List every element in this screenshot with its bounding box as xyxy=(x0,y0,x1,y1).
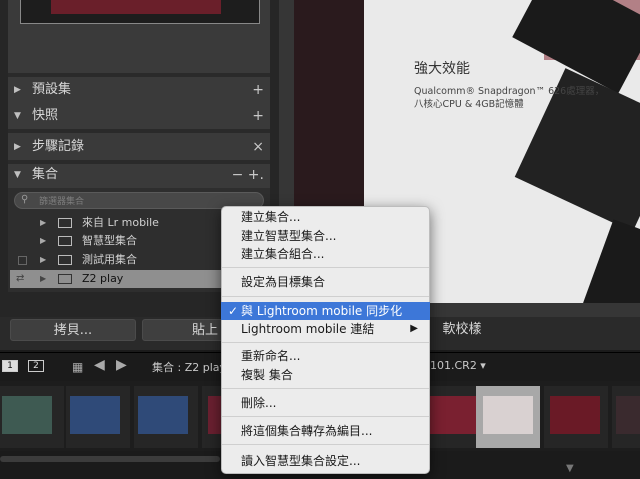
menu-item-create-collection[interactable]: 建立集合... xyxy=(221,208,430,226)
photo-text-line: Qualcomm® Snapdragon™ 626處理器， xyxy=(414,86,605,97)
menu-item-import-smart-collection[interactable]: 讀入智慧型集合設定... xyxy=(221,452,430,470)
grid-view-icon[interactable]: ▦ xyxy=(72,360,86,374)
panel-label-snapshots: 快照 xyxy=(32,108,59,123)
menu-item-label: 與 Lightroom mobile 同步化 xyxy=(241,304,403,318)
panel-header-presets[interactable]: ▶ 預設集 + xyxy=(8,77,270,103)
add-snapshot-icon[interactable]: + xyxy=(252,103,264,129)
menu-item-create-collection-set[interactable]: 建立集合組合... xyxy=(221,245,430,263)
menu-item-duplicate[interactable]: 複製 集合 xyxy=(221,366,430,384)
collection-name: 來自 Lr mobile xyxy=(82,216,159,229)
menu-separator xyxy=(222,444,429,445)
menu-separator xyxy=(222,296,429,297)
menu-item-lightroom-mobile-links[interactable]: Lightroom mobile 連結 ▶ xyxy=(221,320,430,338)
menu-item-create-smart-collection[interactable]: 建立智慧型集合... xyxy=(221,227,430,245)
panel-header-snapshots[interactable]: ▼ 快照 + xyxy=(8,103,270,129)
expand-triangle-icon[interactable]: ▶ xyxy=(40,214,46,232)
thumbnail[interactable] xyxy=(70,396,120,434)
menu-item-label: 刪除... xyxy=(241,396,277,410)
secondary-window-button[interactable]: 2 xyxy=(28,360,44,372)
target-checkbox[interactable] xyxy=(18,256,27,265)
filter-placeholder: 篩選器集合 xyxy=(39,197,85,207)
menu-separator xyxy=(222,267,429,268)
menu-item-export-catalog[interactable]: 將這個集合轉存為編目... xyxy=(221,422,430,440)
menu-item-label: 讀入智慧型集合設定... xyxy=(241,454,361,468)
thumbnail[interactable] xyxy=(430,396,480,434)
menu-item-delete[interactable]: 刪除... xyxy=(221,394,430,412)
menu-item-label: 複製 集合 xyxy=(241,368,293,382)
photo-text-title: 強大效能 xyxy=(414,61,470,77)
collapse-triangle-icon: ▼ xyxy=(14,111,21,121)
collection-icon xyxy=(58,255,72,265)
menu-item-rename[interactable]: 重新命名... xyxy=(221,347,430,365)
forward-arrow-icon[interactable]: ▶ xyxy=(116,357,127,373)
expand-triangle-icon[interactable]: ▶ xyxy=(40,232,46,250)
menu-item-label: 建立集合組合... xyxy=(241,247,325,261)
panel-label-history: 步驟記錄 xyxy=(32,139,85,154)
menu-item-set-target[interactable]: 設定為目標集合 xyxy=(221,273,430,291)
collection-name: Z2 play xyxy=(82,272,124,285)
expand-triangle-icon[interactable]: ▶ xyxy=(40,270,46,288)
menu-item-label: 將這個集合轉存為編目... xyxy=(241,424,373,438)
menu-item-label: 建立智慧型集合... xyxy=(241,229,337,243)
clear-history-icon[interactable]: × xyxy=(252,134,264,160)
menu-separator xyxy=(222,388,429,389)
panel-header-collections[interactable]: ▼ 集合 − +. xyxy=(8,162,270,188)
collection-set-icon xyxy=(58,218,72,228)
thumbnail[interactable] xyxy=(550,396,600,434)
menu-item-label: Lightroom mobile 連結 xyxy=(241,322,375,336)
add-preset-icon[interactable]: + xyxy=(252,77,264,103)
collection-name: 智慧型集合 xyxy=(82,234,137,247)
source-breadcrumb[interactable]: 集合 : Z2 play xyxy=(152,359,226,375)
menu-item-label: 建立集合... xyxy=(241,210,301,224)
collection-set-icon xyxy=(58,236,72,246)
panel-divider xyxy=(8,129,270,133)
search-icon: ⚲ xyxy=(21,194,29,205)
menu-item-sync-lightroom-mobile[interactable]: ✓ 與 Lightroom mobile 同步化 xyxy=(221,302,430,320)
menu-item-label: 重新命名... xyxy=(241,349,301,363)
soft-proofing-label[interactable]: 軟校樣 xyxy=(420,319,504,341)
back-arrow-icon[interactable]: ◀ xyxy=(94,357,105,373)
expand-triangle-icon: ▶ xyxy=(14,142,21,152)
panel-header-history[interactable]: ▶ 步驟記錄 × xyxy=(8,134,270,160)
expand-triangle-icon[interactable]: ▶ xyxy=(40,251,46,269)
expand-triangle-icon: ▶ xyxy=(14,85,21,95)
collection-name: 測試用集合 xyxy=(82,253,137,266)
panel-label-collections: 集合 xyxy=(32,167,59,182)
chevron-down-icon[interactable]: ▼ xyxy=(566,463,574,474)
checkmark-icon: ✓ xyxy=(228,304,239,318)
photo-text-line: 八核心CPU & 4GB記憶體 xyxy=(414,99,524,110)
filename-dropdown[interactable]: 101.CR2 ▾ xyxy=(430,359,486,372)
menu-separator xyxy=(222,416,429,417)
main-window-button[interactable]: 1 xyxy=(2,360,18,372)
collapse-triangle-icon: ▼ xyxy=(14,170,21,180)
scrollbar-thumb[interactable] xyxy=(0,456,220,462)
thumbnail[interactable] xyxy=(616,396,640,434)
thumbnail[interactable] xyxy=(138,396,188,434)
menu-separator xyxy=(222,342,429,343)
navigator-preview[interactable] xyxy=(20,0,260,24)
copy-button[interactable]: 拷貝... xyxy=(10,319,136,341)
thumbnail[interactable] xyxy=(483,396,533,434)
sync-arrows-icon: ⇄ xyxy=(16,273,25,284)
panel-label-presets: 預設集 xyxy=(32,82,72,97)
submenu-arrow-icon: ▶ xyxy=(410,323,418,334)
thumbnail[interactable] xyxy=(208,396,222,434)
menu-item-label: 設定為目標集合 xyxy=(241,275,326,289)
collection-add-remove-icon[interactable]: − +. xyxy=(232,162,264,188)
thumbnail[interactable] xyxy=(2,396,52,434)
collection-icon xyxy=(58,274,72,284)
